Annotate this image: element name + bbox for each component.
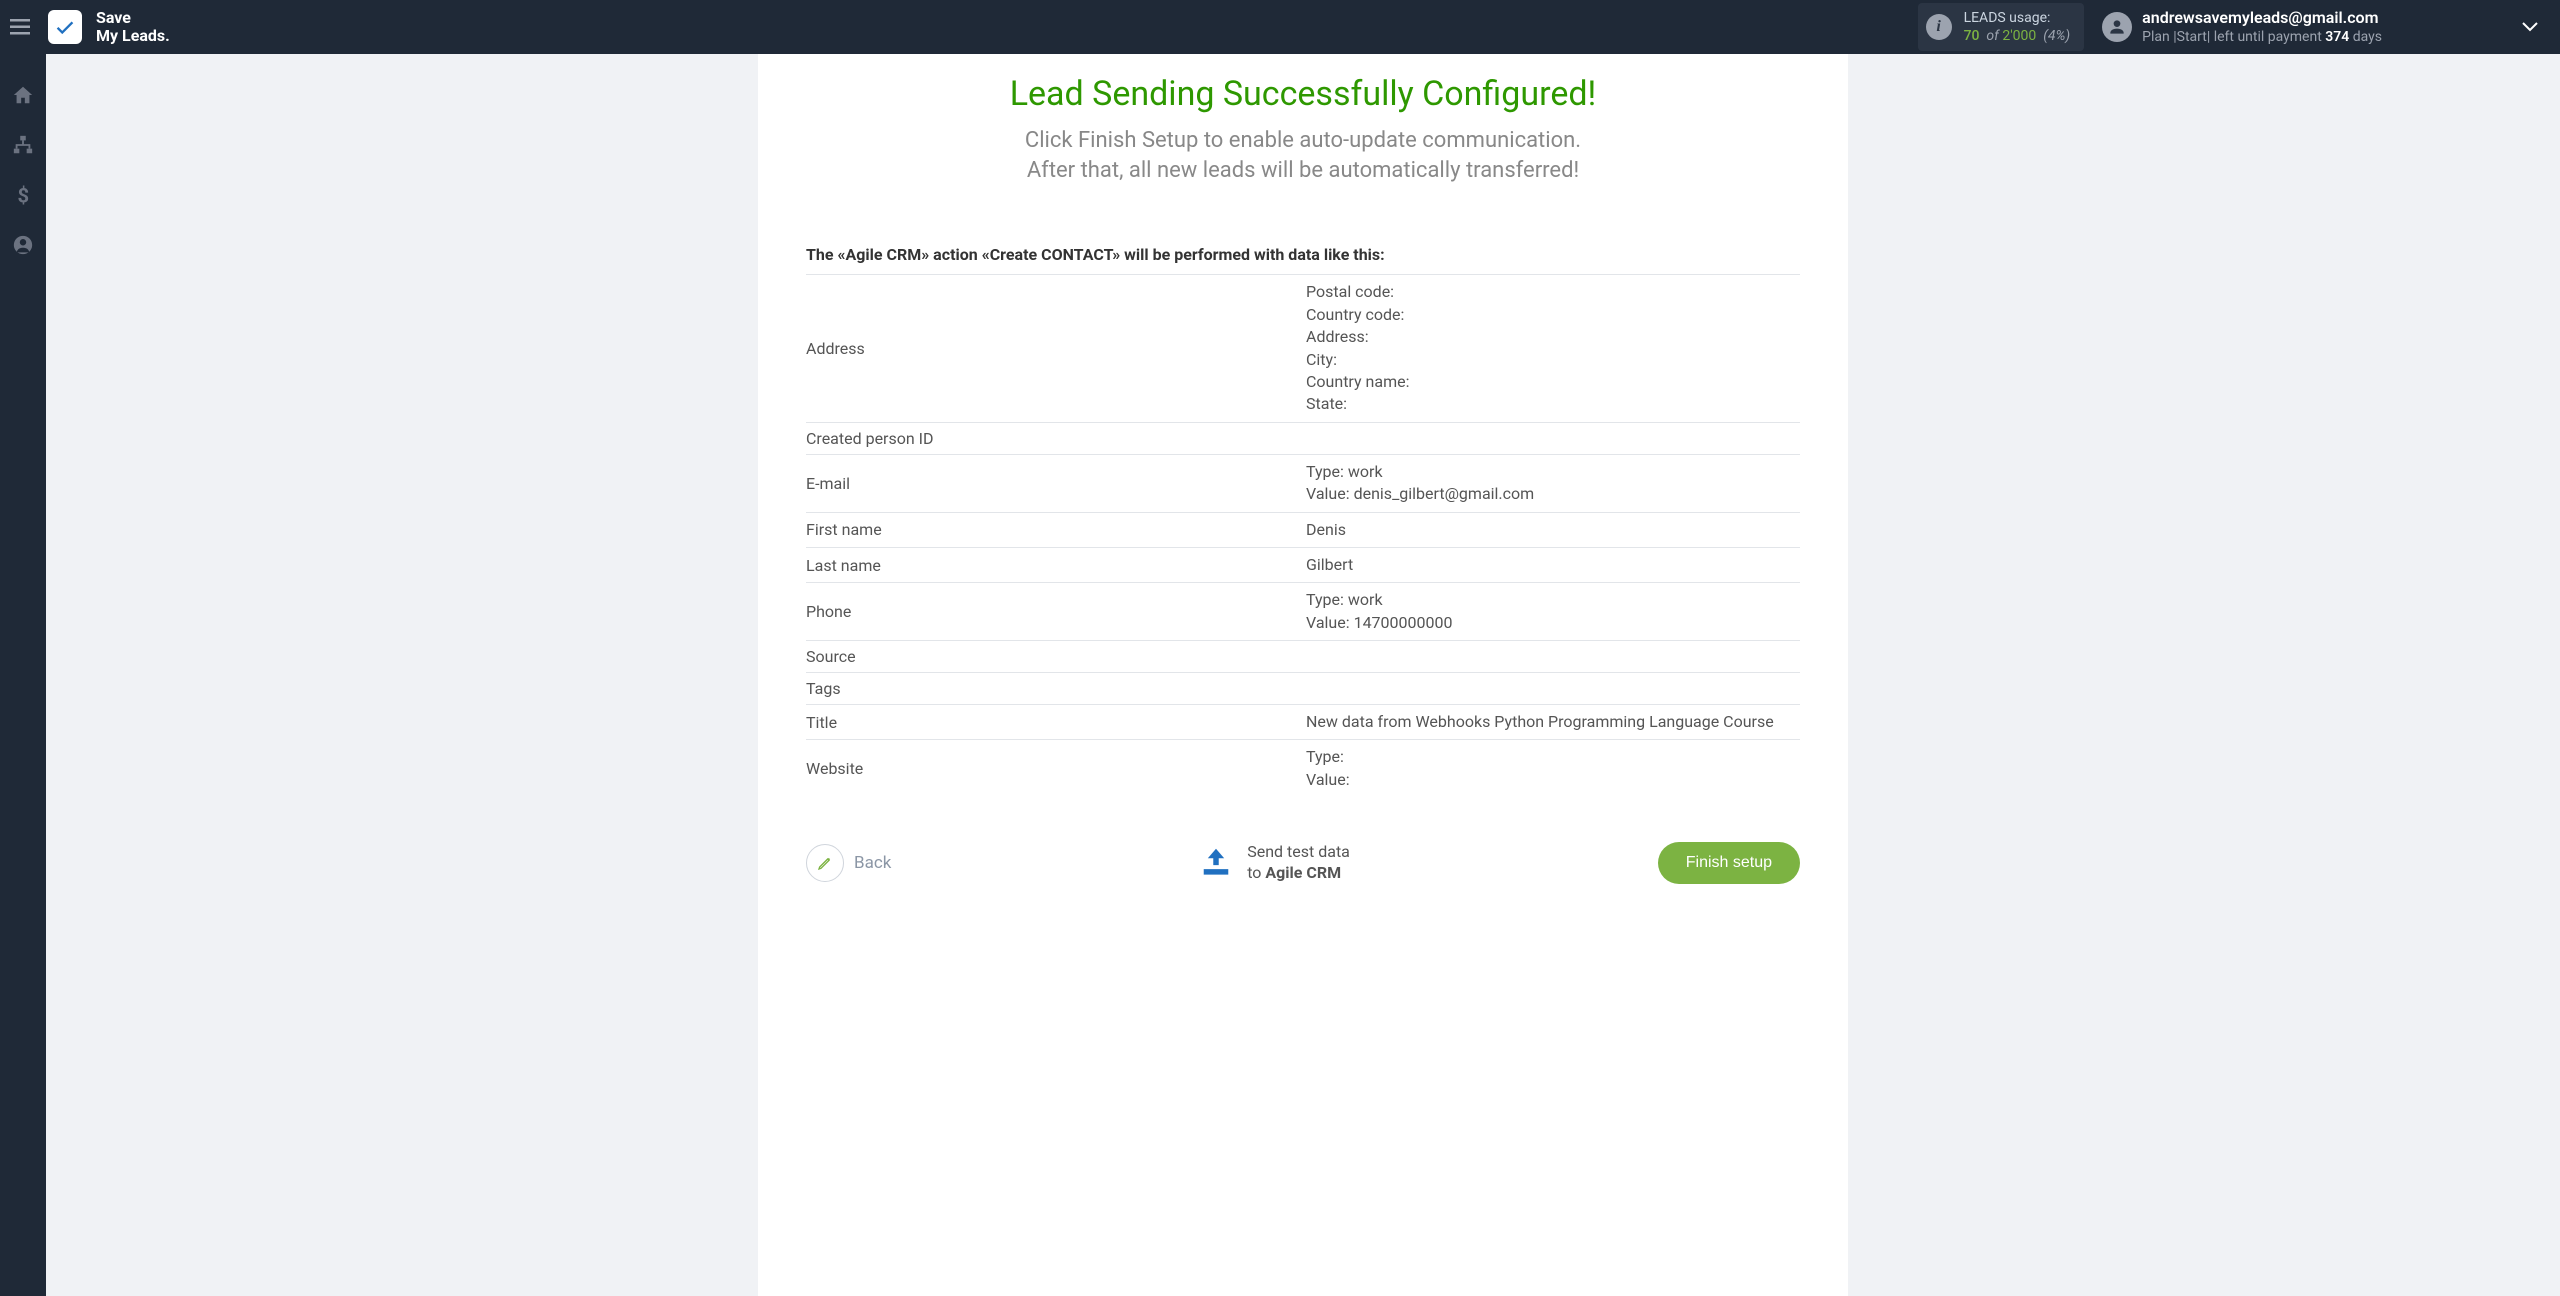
back-label: Back [854,853,891,873]
card: Lead Sending Successfully Configured! Cl… [758,54,1848,1296]
upload-icon [1199,846,1233,880]
info-icon: i [1926,14,1952,40]
usage-box: i LEADS usage: 70 of 2'000 (4%) [1918,3,2085,51]
usage-pct: (4%) [2040,28,2070,44]
person-icon [2107,17,2127,37]
usage-text: LEADS usage: 70 of 2'000 (4%) [1964,9,2071,45]
finish-setup-button[interactable]: Finish setup [1658,842,1800,884]
sitemap-icon [12,134,34,156]
user-avatar-icon [2102,12,2132,42]
footer-row: Back Send test data to Agile CRM Finish … [758,842,1848,884]
action-description: The «Agile CRM» action «Create CONTACT» … [758,245,1848,264]
sidebar-item-home[interactable] [12,84,34,110]
row-label: Tags [806,673,1306,705]
row-value: Gilbert [1306,547,1800,582]
chevron-down-icon [2522,17,2538,36]
content-area: Lead Sending Successfully Configured! Cl… [46,54,2560,1296]
row-label: Last name [806,547,1306,582]
row-value: Postal code:Country code:Address:City:Co… [1306,275,1800,422]
success-title: Lead Sending Successfully Configured! [758,74,1848,114]
table-row: TitleNew data from Webhooks Python Progr… [806,705,1800,740]
send-test-button[interactable]: Send test data to Agile CRM [1199,842,1350,884]
row-value [1306,673,1800,705]
user-plan: Plan |Start| left until payment 374 days [2142,28,2382,46]
row-value: Type: workValue: 14700000000 [1306,583,1800,641]
user-circle-icon [12,234,34,256]
table-row: AddressPostal code:Country code:Address:… [806,275,1800,422]
row-label: Address [806,275,1306,422]
row-label: Source [806,641,1306,673]
row-label: First name [806,512,1306,547]
home-icon [12,84,34,106]
send-test-text: Send test data to Agile CRM [1247,842,1350,884]
usage-value: 70 [1964,28,1980,44]
back-icon-circle [806,844,844,882]
row-label: E-mail [806,454,1306,512]
table-row: Tags [806,673,1800,705]
header-right: i LEADS usage: 70 of 2'000 (4%) andrewsa… [1918,3,2548,51]
table-row: PhoneType: workValue: 14700000000 [806,583,1800,641]
usage-label: LEADS usage: [1964,9,2071,27]
pencil-icon [817,855,833,871]
table-row: Created person ID [806,422,1800,454]
svg-text:$: $ [18,184,30,206]
table-row: First nameDenis [806,512,1800,547]
user-text: andrewsavemyleads@gmail.com Plan |Start|… [2142,8,2382,47]
row-value: New data from Webhooks Python Programmin… [1306,705,1800,740]
row-value [1306,422,1800,454]
usage-numbers: 70 of 2'000 (4%) [1964,27,2071,45]
sidebar: $ [0,54,46,1296]
header: Save My Leads. i LEADS usage: 70 of 2'00… [0,0,2560,54]
row-value: Denis [1306,512,1800,547]
user-menu[interactable]: andrewsavemyleads@gmail.com Plan |Start|… [2102,8,2548,47]
success-subtitle: Click Finish Setup to enable auto-update… [758,126,1848,185]
row-value [1306,641,1800,673]
row-label: Created person ID [806,422,1306,454]
table-row: Source [806,641,1800,673]
sidebar-item-account[interactable] [12,234,34,260]
sidebar-item-connections[interactable] [12,134,34,160]
user-email: andrewsavemyleads@gmail.com [2142,8,2382,29]
table-row: WebsiteType:Value: [806,740,1800,797]
header-left: Save My Leads. [0,0,170,54]
usage-of: of [1983,28,2002,44]
row-value: Type: workValue: denis_gilbert@gmail.com [1306,454,1800,512]
row-label: Website [806,740,1306,797]
row-label: Title [806,705,1306,740]
back-button[interactable]: Back [806,844,891,882]
checkmark-icon [54,16,76,38]
main-wrap: $ Lead Sending Successfully Configured! … [0,54,2560,1296]
sidebar-item-billing[interactable]: $ [12,184,34,210]
row-value: Type:Value: [1306,740,1800,797]
hamburger-button[interactable] [0,0,40,54]
logo-text: Save My Leads. [96,9,170,46]
logo-icon [48,10,82,44]
hamburger-icon [10,19,30,35]
table-row: E-mailType: workValue: denis_gilbert@gma… [806,454,1800,512]
data-preview-table: AddressPostal code:Country code:Address:… [806,274,1800,797]
dollar-icon: $ [12,184,34,206]
row-label: Phone [806,583,1306,641]
table-row: Last nameGilbert [806,547,1800,582]
usage-limit: 2'000 [2002,28,2036,44]
